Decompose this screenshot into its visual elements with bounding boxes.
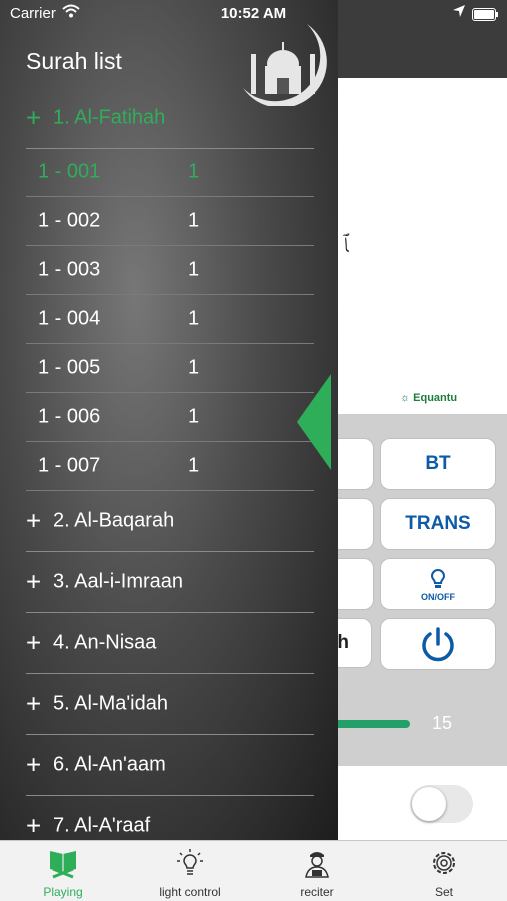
ayah-number: 1	[188, 160, 200, 183]
ayah-number: 1	[188, 356, 200, 379]
ayah-code: 1 - 007	[38, 454, 101, 477]
ayah-number: 1	[188, 258, 200, 281]
tab-label: Set	[434, 885, 453, 899]
surah-row-expanded[interactable]: + 1. Al-Fatihah	[26, 88, 314, 149]
expand-plus-icon: +	[26, 505, 42, 536]
ayah-row[interactable]: 1 - 002 1	[26, 197, 314, 246]
bt-label: BT	[425, 453, 451, 474]
surah-row[interactable]: + 4. An-Nisaa	[26, 613, 314, 674]
surah-row[interactable]: + 5. Al-Ma'idah	[26, 674, 314, 735]
bt-button[interactable]: BT	[380, 438, 496, 490]
ayah-number: 1	[188, 454, 200, 477]
volume-value: 15	[432, 713, 453, 733]
toggle-switch[interactable]	[410, 785, 473, 823]
ayah-number: 1	[188, 405, 200, 428]
toggle-knob	[412, 787, 446, 821]
ayah-code: 1 - 002	[38, 209, 101, 232]
trans-label: TRANS	[405, 513, 471, 534]
surah-name: 2. Al-Baqarah	[53, 509, 175, 532]
ayah-code: 1 - 005	[38, 356, 101, 379]
location-arrow-icon	[453, 5, 465, 17]
ayah-row[interactable]: 1 - 004 1	[26, 295, 314, 344]
surah-row[interactable]: + 7. Al-A'raaf	[26, 796, 314, 841]
surah-name: 7. Al-A'raaf	[53, 814, 151, 837]
ayah-row[interactable]: 1 - 003 1	[26, 246, 314, 295]
surah-drawer: Surah list + 1. Al-Fatihah 1 - 001 1 1 -…	[0, 0, 338, 840]
ayah-code: 1 - 004	[38, 307, 101, 330]
ayah-row[interactable]: 1 - 001 1	[26, 148, 314, 197]
expand-plus-icon: +	[26, 810, 42, 841]
tab-label: light control	[159, 885, 221, 899]
power-button[interactable]	[380, 618, 496, 670]
power-icon	[422, 627, 454, 662]
trans-button[interactable]: TRANS	[380, 498, 496, 550]
tab-label: Playing	[43, 885, 83, 899]
expand-plus-icon: +	[26, 102, 42, 133]
arabic-text-fragment: ﭑ	[343, 232, 349, 257]
partial-label: h	[337, 632, 349, 653]
tab-label: reciter	[300, 885, 334, 899]
expand-plus-icon: +	[26, 627, 42, 658]
light-onoff-button[interactable]: ON/OFF	[380, 558, 496, 610]
ayah-row[interactable]: 1 - 007 1	[26, 442, 314, 491]
quran-book-icon	[50, 851, 76, 879]
clock: 10:52 AM	[220, 5, 287, 22]
surah-name: 5. Al-Ma'idah	[53, 692, 168, 715]
expand-plus-icon: +	[26, 566, 42, 597]
surah-row[interactable]: + 3. Aal-i-Imraan	[26, 552, 314, 613]
ayah-code: 1 - 006	[38, 405, 101, 428]
quran-text-area	[330, 78, 507, 414]
tab-light-control[interactable]: light control	[127, 841, 253, 901]
surah-name: 1. Al-Fatihah	[53, 106, 166, 129]
brand-label: ☼ Equantu	[400, 392, 458, 404]
bulb-icon	[430, 569, 446, 588]
surah-row[interactable]: + 2. Al-Baqarah	[26, 491, 314, 552]
tab-set[interactable]: Set	[381, 841, 507, 901]
surah-name: 6. Al-An'aam	[53, 753, 166, 776]
expand-plus-icon: +	[26, 749, 42, 780]
ayah-row[interactable]: 1 - 005 1	[26, 344, 314, 393]
ayah-row[interactable]: 1 - 006 1	[26, 393, 314, 442]
ayah-number: 1	[188, 209, 200, 232]
drawer-collapse-handle-icon[interactable]	[297, 374, 331, 470]
volume-slider[interactable]	[330, 720, 410, 728]
ayah-code: 1 - 003	[38, 258, 101, 281]
ayah-number: 1	[188, 307, 200, 330]
onoff-label: ON/OFF	[421, 592, 455, 602]
status-bar: Carrier 10:52 AM	[0, 0, 507, 28]
surah-name: 3. Aal-i-Imraan	[53, 570, 184, 593]
gear-icon	[433, 852, 455, 874]
lightbulb-icon	[177, 849, 203, 875]
surah-row[interactable]: + 6. Al-An'aam	[26, 735, 314, 796]
expand-plus-icon: +	[26, 688, 42, 719]
surah-name: 4. An-Nisaa	[53, 631, 157, 654]
ayah-code: 1 - 001	[38, 160, 101, 183]
drawer-title: Surah list	[26, 48, 122, 74]
tab-bar: Playing light control reciter Set	[0, 840, 507, 901]
reciter-person-icon	[305, 852, 329, 878]
battery-icon	[472, 8, 498, 21]
tab-reciter[interactable]: reciter	[254, 841, 380, 901]
tab-playing[interactable]: Playing	[0, 841, 126, 901]
